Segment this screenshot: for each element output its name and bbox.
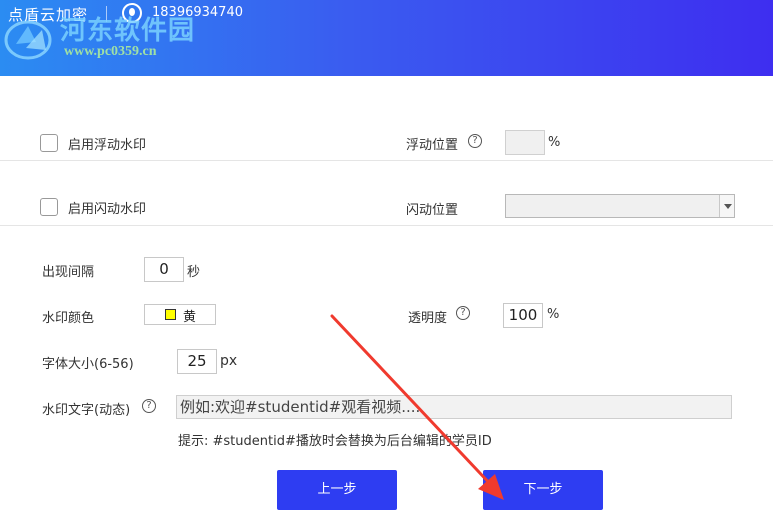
chevron-down-icon[interactable] xyxy=(719,195,734,217)
watermark-text-help-icon[interactable]: ? xyxy=(142,399,156,413)
float-position-unit: % xyxy=(548,135,561,150)
float-watermark-checkbox[interactable] xyxy=(40,134,58,152)
opacity-label: 透明度 xyxy=(408,311,448,326)
float-position-input[interactable] xyxy=(505,130,545,155)
watermark-text-input[interactable]: 例如:欢迎#studentid#观看视频.... xyxy=(176,395,732,419)
color-name: 黄 xyxy=(183,310,197,325)
opacity-unit: % xyxy=(547,307,560,322)
watermark-logo-icon xyxy=(4,20,52,60)
watermark-url: www.pc0359.cn xyxy=(64,44,157,59)
watermark-text-label: 水印文字(动态) xyxy=(42,403,131,418)
interval-unit: 秒 xyxy=(187,265,201,280)
flash-position-label: 闪动位置 xyxy=(406,203,459,218)
flash-position-select[interactable] xyxy=(505,194,735,218)
flash-watermark-checkbox[interactable] xyxy=(40,198,58,216)
interval-input[interactable]: 0 xyxy=(144,257,184,282)
float-watermark-label: 启用浮动水印 xyxy=(68,138,147,153)
float-position-label: 浮动位置 xyxy=(406,138,459,153)
app-header: 点盾云加密 18396934740 河东软件园 www.pc0359.cn xyxy=(0,0,773,76)
font-size-unit: px xyxy=(220,353,238,369)
prev-step-button[interactable]: 上一步 xyxy=(277,470,397,510)
color-swatch xyxy=(165,309,176,320)
font-size-label: 字体大小(6-56) xyxy=(42,357,134,372)
row-divider xyxy=(0,160,773,161)
opacity-help-icon[interactable]: ? xyxy=(456,306,470,320)
row-divider xyxy=(0,225,773,226)
watermark-text-hint: 提示: #studentid#播放时会替换为后台编辑的学员ID xyxy=(178,434,492,449)
color-picker[interactable]: 黄 xyxy=(144,304,216,325)
next-step-button[interactable]: 下一步 xyxy=(483,470,603,510)
font-size-input[interactable]: 25 xyxy=(177,349,217,374)
watermark-site-name: 河东软件园 xyxy=(60,16,196,46)
interval-label: 出现间隔 xyxy=(42,265,95,280)
flash-watermark-label: 启用闪动水印 xyxy=(68,202,147,217)
float-position-help-icon[interactable]: ? xyxy=(468,134,482,148)
color-label: 水印颜色 xyxy=(42,311,95,326)
opacity-input[interactable]: 100 xyxy=(503,303,543,328)
